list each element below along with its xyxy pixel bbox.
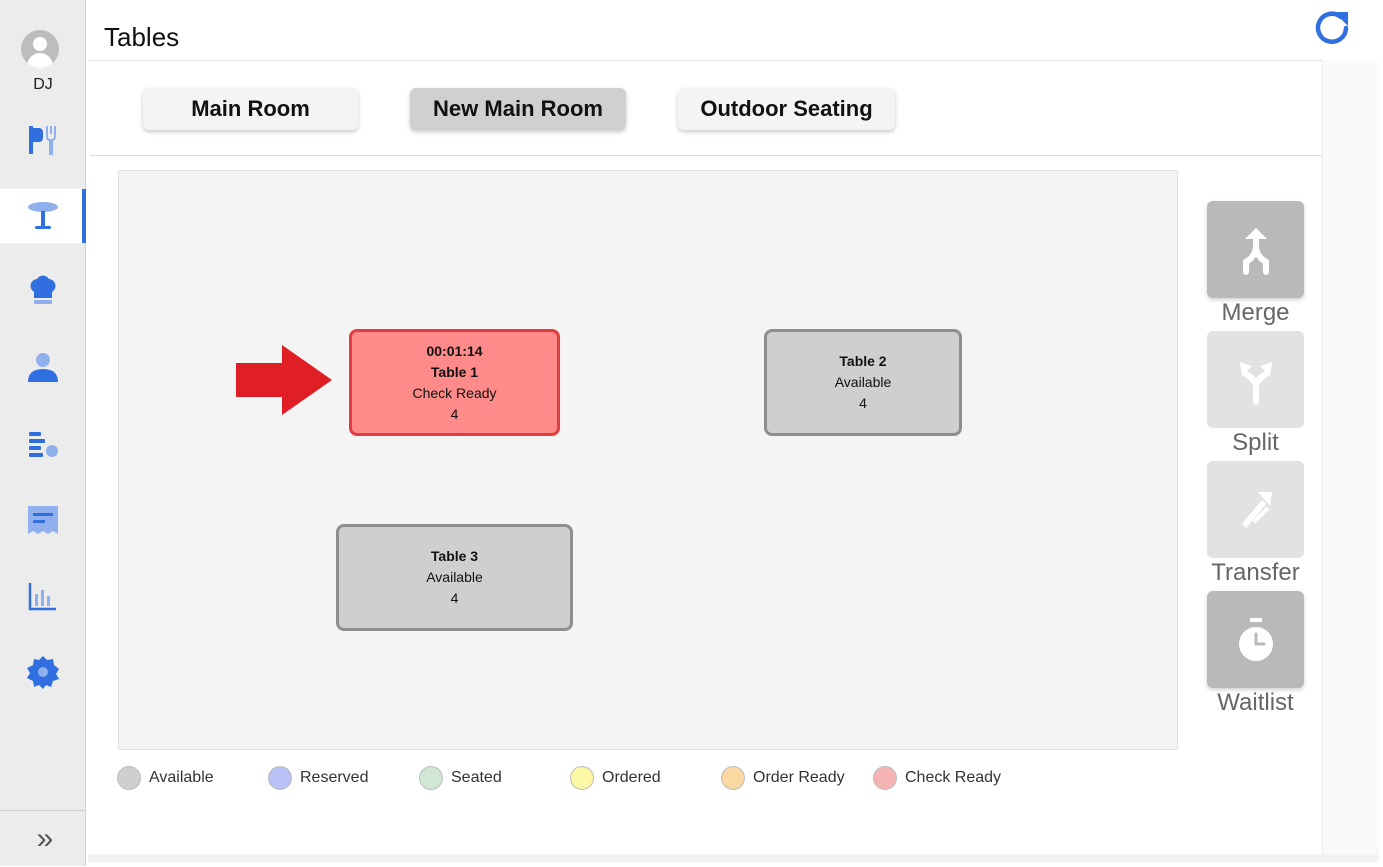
status-dot [570,766,594,790]
status-dot [117,766,141,790]
legend-order-ready: Order Ready [721,764,845,792]
merge-label: Merge [1221,299,1290,326]
bottom-scroll-area [88,854,1378,862]
sidebar-item-orders[interactable] [0,417,86,471]
legend-label: Seated [451,769,502,786]
table-3[interactable]: Table 3 Available 4 [336,524,573,631]
table-1[interactable]: 00:01:14 Table 1 Check Ready 4 [349,329,560,436]
menu-flag-fork-icon [29,126,56,155]
transfer-icon [1241,491,1272,528]
person-icon [28,353,58,382]
user-initials: DJ [33,76,53,93]
gear-icon [27,656,59,689]
status-dot [268,766,292,790]
transfer-label: Transfer [1211,559,1300,586]
sidebar-item-reports[interactable] [0,569,86,623]
status-dot [873,766,897,790]
split-label: Split [1232,429,1279,456]
merge-button[interactable] [1207,201,1304,298]
table-seats: 4 [450,590,459,606]
chef-hat-icon [30,275,56,304]
table-name: Table 3 [430,548,479,564]
header-divider [88,60,1322,61]
pointer-arrow-icon [236,345,332,415]
room-tab-new-main-room[interactable]: New Main Room [410,88,626,130]
table-name: Table 2 [839,353,887,369]
page-title: Tables [104,22,180,52]
refresh-button[interactable] [1310,8,1354,52]
table-seats: 4 [859,395,867,411]
legend-label: Available [149,769,214,786]
table-name: Table 1 [430,363,479,380]
refresh-icon [1315,11,1349,44]
sidebar-item-kitchen[interactable] [0,265,86,319]
split-button[interactable] [1207,331,1304,428]
sidebar: DJ » [0,0,86,866]
room-tabs-divider [90,155,1322,156]
sidebar-item-customers[interactable] [0,341,86,395]
avatar[interactable] [21,30,59,68]
table-2[interactable]: Table 2 Available 4 [764,329,962,436]
floor-plan [118,170,1178,750]
legend-reserved: Reserved [268,764,368,792]
table-status: Available [426,569,483,585]
receipt-icon [28,506,58,534]
status-dot [721,766,745,790]
table-status: Available [834,374,892,390]
sidebar-item-settings[interactable] [0,645,86,699]
waitlist-label: Waitlist [1217,689,1294,716]
sidebar-item-tables[interactable] [0,189,86,243]
status-dot [419,766,443,790]
table-timer: 00:01:14 [426,342,483,359]
legend-label: Ordered [602,769,661,786]
timer-icon [1238,617,1273,661]
double-chevron-right-icon: » [36,822,54,855]
legend-ordered: Ordered [570,764,661,792]
legend-label: Order Ready [753,769,845,786]
split-icon [1239,361,1272,405]
bar-chart-icon [28,583,56,611]
scroll-area [1322,60,1379,860]
legend-check-ready: Check Ready [873,764,1001,792]
legend-label: Reserved [300,769,369,786]
room-tab-main-room[interactable]: Main Room [143,88,358,130]
expand-sidebar-button[interactable]: » [0,810,86,867]
waitlist-button[interactable] [1207,591,1304,688]
table-seats: 4 [450,405,459,422]
table-status: Check Ready [412,384,497,401]
legend-available: Available [117,764,214,792]
transfer-button[interactable] [1207,461,1304,558]
room-tab-outdoor-seating[interactable]: Outdoor Seating [678,88,895,130]
orders-list-icon [29,432,58,457]
sidebar-item-menu[interactable] [0,113,86,167]
table-icon [28,202,58,229]
sidebar-item-receipts[interactable] [0,493,86,547]
legend-label: Check Ready [905,769,1002,786]
merge-icon [1242,227,1269,275]
legend-seated: Seated [419,764,502,792]
